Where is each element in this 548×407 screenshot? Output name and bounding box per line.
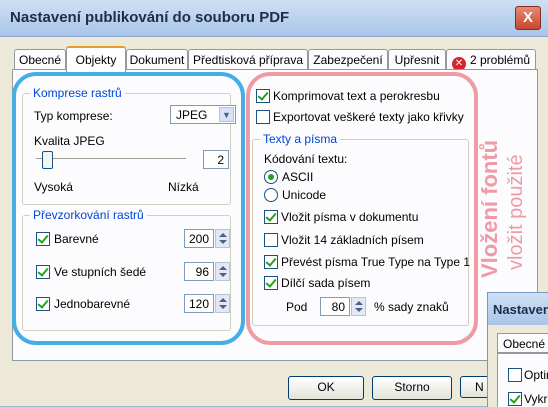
second-window-titlebar: Nastaven — [488, 293, 548, 325]
tab-document[interactable]: Dokument — [126, 49, 188, 70]
second-window-tab-label: Obecné — [503, 337, 546, 351]
second-window-tab[interactable]: Obecné — [497, 333, 548, 353]
tab-label: Obecné — [18, 53, 62, 67]
blue-highlight-frame — [12, 72, 245, 345]
ok-button[interactable]: OK — [288, 376, 364, 400]
tab-label: Dokument — [129, 53, 185, 67]
cancel-button[interactable]: Storno — [372, 376, 452, 400]
annotation-embed-fonts: Vložení fontů — [477, 139, 502, 278]
tab-advanced[interactable]: Upřesnit — [388, 49, 446, 70]
annotation-embed-used: vložit použité — [505, 154, 527, 270]
tab-issues[interactable]: ✕ 2 problémů — [446, 49, 536, 71]
tab-label: Zabezpečení — [313, 53, 383, 67]
red-highlight-frame — [246, 72, 478, 345]
tab-label: 2 problémů — [469, 53, 531, 67]
tab-general[interactable]: Obecné — [14, 49, 66, 70]
tab-strip: Obecné Objekty Dokument Předtisková příp… — [14, 46, 536, 72]
tab-objects[interactable]: Objekty — [66, 46, 126, 72]
tab-label: Předtisková příprava — [192, 53, 304, 67]
second-window-title: Nastaven — [493, 302, 548, 317]
second-window-item-2: Vykre — [524, 392, 548, 406]
second-window-checkbox-2[interactable] — [508, 392, 522, 406]
tab-security[interactable]: Zabezpečení — [308, 49, 388, 70]
close-button[interactable]: X — [515, 6, 541, 30]
second-window-item-1: Optin — [524, 368, 548, 382]
tab-label: Objekty — [75, 53, 117, 67]
title-bar: Nastavení publikování do souboru PDF X — [0, 0, 548, 37]
tab-label: Upřesnit — [394, 53, 440, 67]
second-window-checkbox-1[interactable] — [508, 368, 522, 382]
second-window[interactable]: Nastaven Obecné Optin Vykre — [487, 292, 548, 407]
window-title: Nastavení publikování do souboru PDF — [10, 9, 290, 26]
tab-prepress[interactable]: Předtisková příprava — [188, 49, 308, 70]
